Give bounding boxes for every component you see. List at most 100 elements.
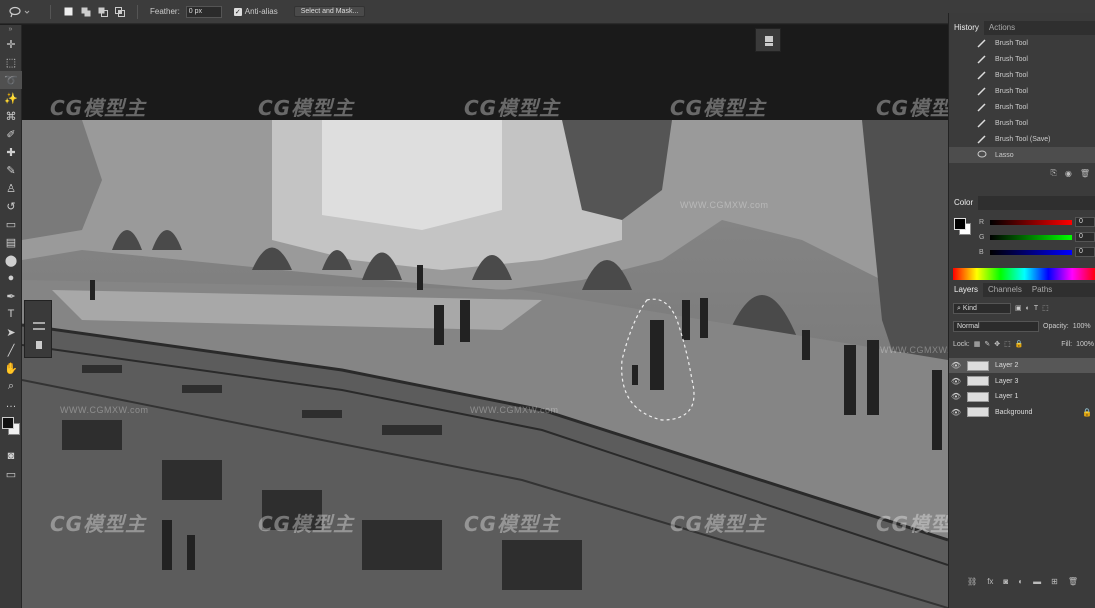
trash-icon[interactable]: 🗑 <box>1080 169 1090 178</box>
lock-row: Lock: ▦ ✎ ✥ ⬚ 🔒 Fill: 100% <box>949 337 1095 351</box>
red-slider[interactable] <box>990 219 1072 225</box>
layer-row[interactable]: 👁 Layer 1 <box>949 389 1095 404</box>
visibility-eye-icon[interactable]: 👁 <box>949 408 963 417</box>
color-spectrum-bar[interactable] <box>953 268 1095 280</box>
eyedropper-tool-icon[interactable]: ✐ <box>0 125 22 143</box>
select-and-mask-button[interactable]: Select and Mask... <box>293 6 366 17</box>
divider <box>137 4 138 19</box>
green-value[interactable]: 0 <box>1075 232 1095 242</box>
marquee-tool-icon[interactable]: ⬚ <box>0 53 22 71</box>
tab-history[interactable]: History <box>949 21 984 35</box>
snapshot-icon[interactable]: ⎘ <box>1050 168 1056 178</box>
history-item[interactable]: Brush Tool <box>949 115 1095 131</box>
layer-row[interactable]: 👁 Background 🔒 <box>949 405 1095 420</box>
camera-icon[interactable]: ◉ <box>1065 169 1072 178</box>
blue-channel-row[interactable]: B 0 <box>979 246 1095 258</box>
type-tool-icon[interactable]: T <box>0 305 22 323</box>
visibility-eye-icon[interactable]: 👁 <box>949 392 963 401</box>
hand-tool-icon[interactable]: ✋ <box>0 359 22 377</box>
lock-artboard-icon[interactable]: ⬚ <box>1004 340 1011 348</box>
blue-slider[interactable] <box>990 249 1072 255</box>
trash-icon[interactable]: 🗑 <box>1068 577 1078 586</box>
lock-all-icon[interactable]: 🔒 <box>1015 340 1024 348</box>
add-selection-button[interactable] <box>80 6 91 17</box>
history-item[interactable]: Brush Tool <box>949 35 1095 51</box>
history-item[interactable]: Brush Tool <box>949 83 1095 99</box>
floating-panel-button[interactable] <box>755 28 781 52</box>
layer-row[interactable]: 👁 Layer 3 <box>949 374 1095 389</box>
collapse-toolbar-icon[interactable]: » <box>0 25 21 35</box>
intersect-selection-button[interactable] <box>114 6 125 17</box>
magic-wand-tool-icon[interactable]: ✨ <box>0 89 22 107</box>
visibility-eye-icon[interactable]: 👁 <box>949 361 963 370</box>
pen-tool-icon[interactable]: ✒ <box>0 287 22 305</box>
path-selection-tool-icon[interactable]: ➤ <box>0 323 22 341</box>
red-value[interactable]: 0 <box>1075 217 1095 227</box>
healing-brush-tool-icon[interactable]: ✚ <box>0 143 22 161</box>
quick-mask-icon[interactable]: ◙ <box>0 447 22 465</box>
tool-preset-picker[interactable] <box>8 6 38 18</box>
adjustment-icon[interactable]: ◐ <box>1018 577 1023 586</box>
filter-type-icon[interactable]: T <box>1034 305 1038 312</box>
history-item[interactable]: Brush Tool <box>949 99 1095 115</box>
history-brush-tool-icon[interactable]: ↺ <box>0 197 22 215</box>
tab-color[interactable]: Color <box>949 196 979 210</box>
filter-shape-icon[interactable]: ⬚ <box>1042 304 1049 312</box>
antialias-checkbox[interactable]: ✓ Anti-alias <box>233 7 278 16</box>
fill-value[interactable]: 100% <box>1076 341 1094 348</box>
tab-channels[interactable]: Channels <box>983 283 1027 297</box>
history-item[interactable]: Lasso <box>949 147 1095 163</box>
layer-name: Layer 1 <box>995 393 1019 400</box>
gradient-tool-icon[interactable]: ▤ <box>0 233 22 251</box>
folder-icon[interactable]: ▬ <box>1033 577 1041 586</box>
blue-value[interactable]: 0 <box>1075 247 1095 257</box>
watermark-text: CG模型主 <box>50 512 147 536</box>
mask-icon[interactable]: ◙ <box>1003 577 1008 586</box>
right-panel-dock: History Actions Brush Tool Brush Tool Brus… <box>948 13 1095 608</box>
history-item[interactable]: Brush Tool (Save) <box>949 131 1095 147</box>
more-tools-icon[interactable]: … <box>0 395 22 413</box>
lock-transparent-icon[interactable]: ▦ <box>974 340 981 348</box>
green-channel-row[interactable]: G 0 <box>979 231 1095 243</box>
kind-filter-select[interactable]: ⌕ Kind <box>953 302 1011 314</box>
history-item[interactable]: Brush Tool <box>949 67 1095 83</box>
fx-icon[interactable]: fx <box>987 577 993 586</box>
lock-move-icon[interactable]: ✥ <box>994 340 1000 348</box>
link-icon[interactable]: ⛓ <box>967 577 977 586</box>
tab-layers[interactable]: Layers <box>949 283 984 297</box>
green-slider[interactable] <box>990 234 1072 240</box>
layer-row[interactable]: 👁 Layer 2 <box>949 358 1095 373</box>
brush-tool-icon[interactable]: ✎ <box>0 161 22 179</box>
filter-adjust-icon[interactable]: ◐ <box>1026 305 1030 312</box>
crop-tool-icon[interactable]: ⌘ <box>0 107 22 125</box>
foreground-color-swatch[interactable] <box>954 218 966 230</box>
visibility-eye-icon[interactable]: 👁 <box>949 377 963 386</box>
history-item[interactable]: Brush Tool <box>949 51 1095 67</box>
filter-pixel-icon[interactable]: ▣ <box>1015 304 1022 312</box>
history-item-label: Brush Tool <box>995 103 1028 111</box>
zoom-tool-icon[interactable]: ⌕ <box>0 377 22 395</box>
lasso-tool-icon[interactable]: ➰ <box>0 71 22 89</box>
new-layer-icon[interactable]: ⊞ <box>1051 577 1058 586</box>
subtract-selection-button[interactable] <box>97 6 108 17</box>
foreground-color-swatch[interactable] <box>2 417 14 429</box>
blend-mode-select[interactable]: Normal <box>953 320 1039 332</box>
red-channel-row[interactable]: R 0 <box>979 216 1095 228</box>
adjust-icon <box>33 322 45 349</box>
opacity-value[interactable]: 100% <box>1073 323 1091 330</box>
tab-paths[interactable]: Paths <box>1027 283 1057 297</box>
clone-stamp-tool-icon[interactable]: ♙ <box>0 179 22 197</box>
lock-paint-icon[interactable]: ✎ <box>984 340 990 348</box>
tab-actions[interactable]: Actions <box>984 21 1020 35</box>
brush-icon <box>977 71 986 80</box>
move-tool-icon[interactable]: ✛ <box>0 35 22 53</box>
screen-mode-icon[interactable]: ▭ <box>0 465 22 483</box>
feather-input[interactable] <box>185 5 222 18</box>
dodge-tool-icon[interactable]: ● <box>0 269 22 287</box>
new-selection-button[interactable] <box>63 6 74 17</box>
blur-tool-icon[interactable]: ⬤ <box>0 251 22 269</box>
color-swatches[interactable] <box>0 413 22 447</box>
line-tool-icon[interactable]: ╱ <box>0 341 22 359</box>
eraser-tool-icon[interactable]: ▭ <box>0 215 22 233</box>
floating-tool-panel[interactable] <box>24 300 52 358</box>
